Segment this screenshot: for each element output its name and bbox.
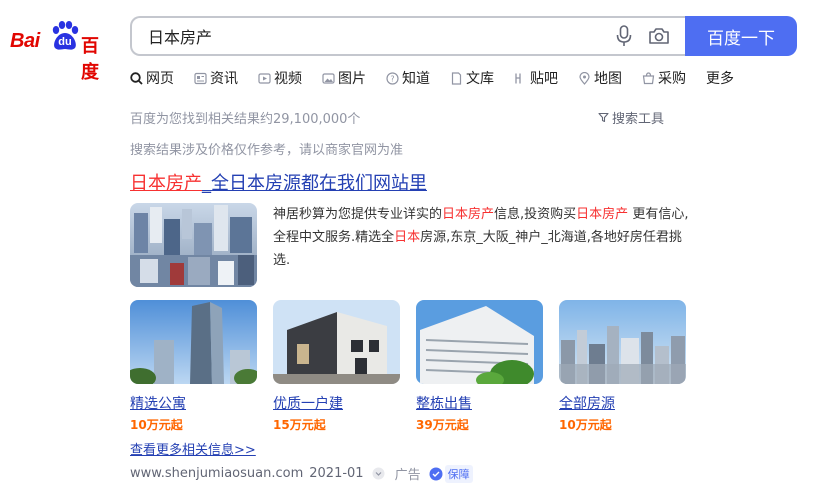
tab-news[interactable]: 资讯: [194, 68, 238, 88]
card-image[interactable]: [273, 300, 400, 384]
search-box: [130, 16, 686, 56]
card-title-link[interactable]: 全部房源: [559, 393, 686, 413]
property-card: 精选公寓 10万元起: [130, 300, 257, 433]
city-skyline-image: [559, 300, 686, 384]
city-aerial-image: [130, 203, 257, 287]
search-tabs: 网页 资讯 视频 图片 ? 知道 文库 贴吧 地图 采购 更多: [130, 68, 754, 88]
logo-text-du: du: [58, 36, 72, 48]
baidu-logo[interactable]: Bai du 百度: [10, 18, 114, 82]
property-card: 全部房源 10万元起: [559, 300, 686, 433]
tab-label: 更多: [706, 71, 734, 87]
ad-title-highlight: 日本房产: [130, 173, 202, 194]
ad-title-link[interactable]: 日本房产_全日本房源都在我们网站里: [130, 169, 427, 195]
logo-text-latin: Bai: [10, 30, 40, 52]
guarantee-label: 保障: [444, 464, 473, 483]
chevron-down-icon[interactable]: [372, 467, 385, 480]
tab-label: 知道: [402, 71, 430, 87]
logo-text-cn: 百度: [81, 36, 99, 82]
card-title-link[interactable]: 精选公寓: [130, 393, 257, 413]
tab-zhidao[interactable]: ? 知道: [386, 68, 430, 88]
tab-label: 网页: [146, 71, 174, 87]
image-icon: [322, 72, 335, 84]
card-title-link[interactable]: 整栋出售: [416, 393, 543, 413]
tab-tieba[interactable]: 贴吧: [514, 68, 558, 88]
desc-text: 神居秒算为您提供专业详实的: [273, 207, 443, 222]
search-button[interactable]: 百度一下: [685, 16, 797, 56]
guarantee-badge[interactable]: 保障: [429, 464, 473, 483]
detached-house-image: [273, 300, 400, 384]
tab-label: 资讯: [210, 71, 238, 87]
svg-text:?: ?: [390, 74, 394, 83]
tab-purchase[interactable]: 采购: [642, 68, 686, 88]
desc-highlight: 日本房产: [576, 207, 629, 222]
tab-more[interactable]: 更多: [706, 68, 734, 88]
tab-label: 视频: [274, 71, 302, 87]
tab-wenku[interactable]: 文库: [450, 68, 494, 88]
search-tools-label: 搜索工具: [612, 112, 665, 127]
cart-icon: [642, 71, 655, 84]
tab-web[interactable]: 网页: [130, 68, 174, 88]
property-card: 整栋出售 39万元起: [416, 300, 543, 433]
search-icon: [130, 71, 143, 85]
map-icon: [579, 71, 590, 85]
camera-icon[interactable]: [648, 26, 670, 46]
video-icon: [258, 72, 271, 84]
price-disclaimer: 搜索结果涉及价格仅作参考，请以商家官网为准: [130, 143, 404, 158]
shield-check-icon: [429, 467, 443, 480]
tab-label: 文库: [466, 71, 494, 87]
ad-description: 神居秒算为您提供专业详实的日本房产信息,投资购买日本房产 更有信心,全程中文服务…: [273, 203, 693, 272]
card-price: 15万元起: [273, 418, 326, 432]
tab-map[interactable]: 地图: [578, 68, 622, 88]
apartment-tower-image: [130, 300, 257, 384]
document-icon: [451, 71, 462, 85]
ad-source-line: www.shenjumiaosuan.com 2021-01 广告 保障: [130, 464, 473, 483]
tab-label: 图片: [338, 71, 366, 87]
desc-highlight: 日本: [394, 230, 421, 245]
tab-label: 采购: [658, 71, 686, 87]
search-input[interactable]: [148, 18, 588, 54]
card-image[interactable]: [130, 300, 257, 384]
desc-highlight: 日本房产: [442, 207, 495, 222]
tab-label: 地图: [594, 71, 622, 87]
tab-images[interactable]: 图片: [322, 68, 366, 88]
microphone-icon[interactable]: [614, 25, 634, 47]
ad-title-rest: _全日本房源都在我们网站里: [202, 173, 427, 194]
ad-main-image[interactable]: [130, 203, 257, 287]
property-card: 优质一户建 15万元起: [273, 300, 400, 433]
card-title-link[interactable]: 优质一户建: [273, 393, 400, 413]
card-image[interactable]: [559, 300, 686, 384]
search-tools-button[interactable]: 搜索工具: [598, 108, 664, 127]
apartment-building-image: [416, 300, 543, 384]
card-price: 10万元起: [559, 418, 612, 432]
source-url[interactable]: www.shenjumiaosuan.com: [130, 466, 303, 481]
tab-label: 贴吧: [530, 71, 558, 87]
result-count: 百度为您找到相关结果约29,100,000个: [130, 112, 361, 127]
desc-text: 信息,投资购买: [494, 207, 577, 222]
source-date: 2021-01: [309, 466, 364, 481]
question-icon: ?: [386, 71, 399, 85]
tab-video[interactable]: 视频: [258, 68, 302, 88]
funnel-icon: [598, 112, 609, 123]
news-icon: [194, 72, 207, 84]
card-price: 10万元起: [130, 418, 183, 432]
ad-label: 广告: [394, 468, 421, 483]
property-cards: 精选公寓 10万元起 优质一户建 15万元起 整栋出售 39万元起 全部房源 1…: [130, 300, 702, 433]
more-info-link[interactable]: 查看更多相关信息>>: [130, 439, 256, 458]
tieba-icon: [515, 73, 521, 83]
card-image[interactable]: [416, 300, 543, 384]
card-price: 39万元起: [416, 418, 469, 432]
